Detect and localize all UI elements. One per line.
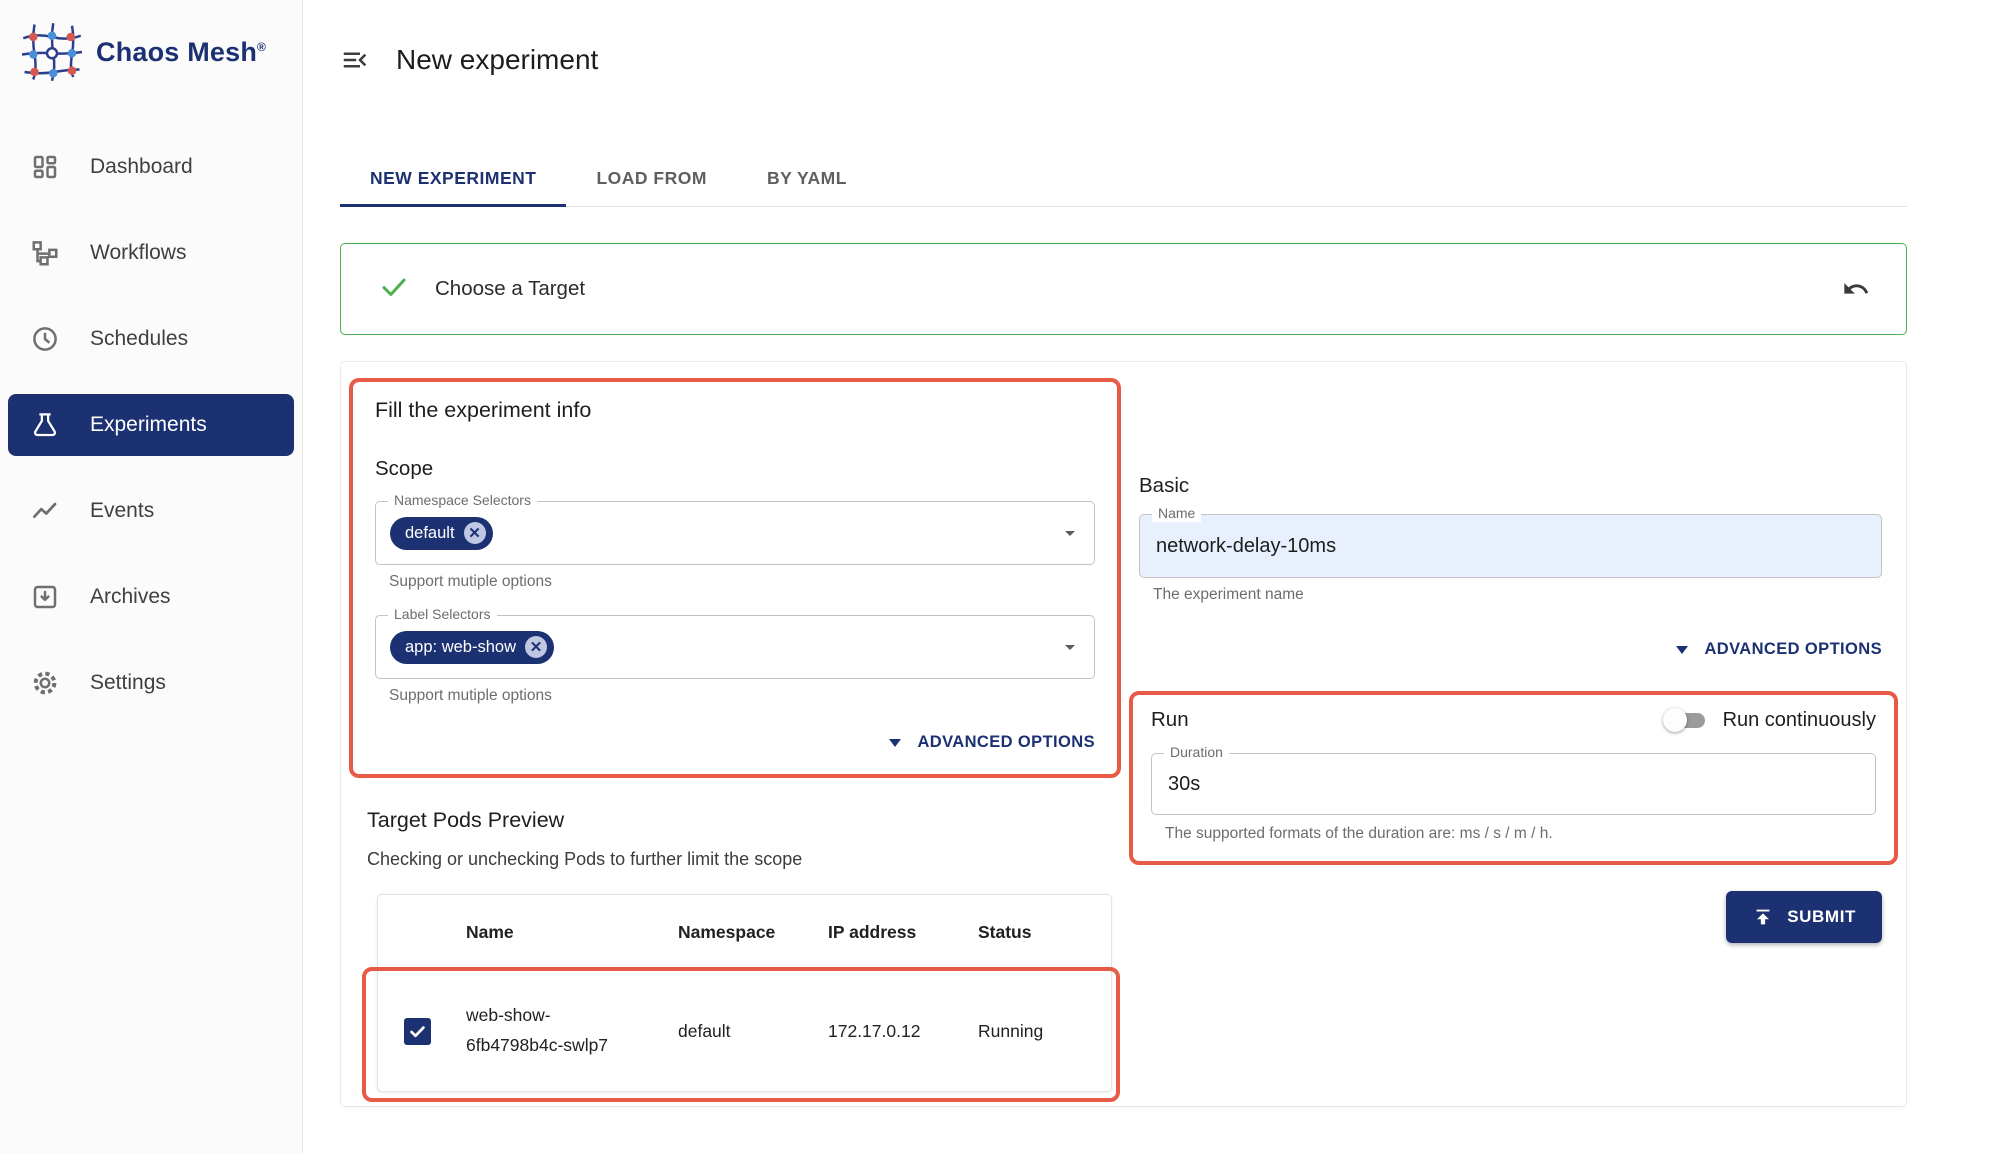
workflows-icon [30,238,60,268]
sidebar-item-workflows[interactable]: Workflows [8,222,294,284]
publish-icon [1752,906,1774,928]
sidebar-item-experiments[interactable]: Experiments [8,394,294,456]
choose-target-step[interactable]: Choose a Target [340,243,1907,335]
run-section-highlight: Run Run continuously Duration [1129,691,1898,865]
undo-icon[interactable] [1836,269,1876,309]
pods-table-header: Name Namespace IP address Status [378,895,1111,971]
sidebar-item-dashboard[interactable]: Dashboard [8,136,294,198]
basic-advanced-options[interactable]: ADVANCED OPTIONS [1129,640,1882,659]
column-header-namespace: Namespace [668,922,818,943]
label-selector-chip: app: web-show ✕ [390,631,554,664]
check-icon [379,272,409,307]
experiment-name-input[interactable] [1154,534,1837,559]
label-selectors-label: Label Selectors [388,606,497,623]
basic-title: Basic [1139,474,1898,498]
choose-target-label: Choose a Target [435,277,585,301]
sidebar-item-label: Dashboard [90,155,193,179]
experiment-name-helper: The experiment name [1153,586,1898,604]
triangle-down-icon [889,739,901,747]
label-selector-chip-label: app: web-show [405,638,516,657]
chip-delete-icon[interactable]: ✕ [525,636,547,658]
scope-advanced-options[interactable]: ADVANCED OPTIONS [375,733,1095,752]
scope-advanced-options-label: ADVANCED OPTIONS [917,733,1095,752]
pods-preview-subtitle: Checking or unchecking Pods to further l… [367,849,1121,870]
dropdown-arrow-icon[interactable] [1058,521,1082,545]
namespace-selectors-label: Namespace Selectors [388,492,537,509]
run-title: Run [1151,708,1189,732]
tab-load-from[interactable]: LOAD FROM [566,150,736,206]
dashboard-icon [30,152,60,182]
namespace-chip: default ✕ [390,517,493,550]
column-header-name: Name [456,922,668,943]
sidebar-item-label: Workflows [90,241,186,265]
pod-checkbox-checked[interactable] [404,1018,431,1045]
column-header-status: Status [968,922,1111,943]
pod-status: Running [968,1021,1111,1042]
column-header-ip: IP address [818,922,968,943]
brand-logo[interactable]: Chaos Mesh® [0,0,302,110]
label-selectors-helper: Support mutiple options [389,687,1095,705]
label-selectors-field[interactable]: Label Selectors app: web-show ✕ [375,615,1095,679]
sidebar-nav: Dashboard Workflows Sche [0,110,302,714]
experiment-name-label: Name [1152,505,1201,522]
duration-helper: The supported formats of the duration ar… [1165,825,1876,843]
sidebar-item-events[interactable]: Events [8,480,294,542]
submit-button[interactable]: SUBMIT [1726,891,1882,943]
run-continuously-toggle[interactable] [1663,707,1711,733]
toggle-thumb [1663,708,1687,732]
brand-name: Chaos Mesh® [96,37,266,68]
archives-icon [30,582,60,612]
chip-delete-icon[interactable]: ✕ [464,522,486,544]
submit-button-label: SUBMIT [1787,907,1856,927]
experiment-form-card: Fill the experiment info Scope Namespace… [340,361,1907,1107]
namespace-chip-label: default [405,524,455,543]
scope-title: Scope [375,457,1095,481]
page-header: New experiment [340,42,1999,78]
namespace-selectors-helper: Support mutiple options [389,573,1095,591]
sidebar-item-label: Schedules [90,327,188,351]
duration-input[interactable] [1166,772,1831,797]
experiment-name-field: Name [1139,514,1882,578]
experiments-icon [30,410,60,440]
duration-label: Duration [1164,744,1229,761]
sidebar-item-label: Settings [90,671,166,695]
sidebar-item-settings[interactable]: Settings [8,652,294,714]
sidebar-item-label: Archives [90,585,171,609]
duration-field: Duration [1151,753,1876,815]
dropdown-arrow-icon[interactable] [1058,635,1082,659]
experiment-info-section-highlight: Fill the experiment info Scope Namespace… [349,378,1121,778]
pod-namespace: default [668,1021,818,1042]
triangle-down-icon [1676,646,1688,654]
pods-preview-title: Target Pods Preview [367,808,1121,833]
run-continuously-label: Run continuously [1723,709,1876,732]
pod-name: web-show-6fb4798b4c-swlp7 [466,1001,628,1061]
namespace-selectors-field[interactable]: Namespace Selectors default ✕ [375,501,1095,565]
app-root: Chaos Mesh® Dashboard [0,0,1999,1154]
form-left-column: Fill the experiment info Scope Namespace… [349,378,1121,1092]
pod-ip: 172.17.0.12 [818,1021,968,1042]
form-right-column: Basic Name The experiment name ADVANCED … [1129,378,1898,1092]
experiment-info-title: Fill the experiment info [375,398,1095,423]
sidebar: Chaos Mesh® Dashboard [0,0,303,1154]
tab-by-yaml[interactable]: BY YAML [737,150,877,206]
events-icon [30,496,60,526]
page-title: New experiment [396,44,598,76]
sidebar-item-label: Events [90,499,154,523]
sidebar-item-archives[interactable]: Archives [8,566,294,628]
basic-advanced-options-label: ADVANCED OPTIONS [1704,640,1882,659]
sidebar-item-schedules[interactable]: Schedules [8,308,294,370]
main-content: New experiment Search NEW EXPERIMENT LOA… [303,0,1999,1154]
tab-bar: NEW EXPERIMENT LOAD FROM BY YAML [340,150,1907,207]
sidebar-item-label: Experiments [90,413,207,437]
pod-table-row[interactable]: web-show-6fb4798b4c-swlp7 default 172.17… [378,971,1111,1091]
schedules-icon [30,324,60,354]
tab-new-experiment[interactable]: NEW EXPERIMENT [340,150,566,206]
settings-icon [30,668,60,698]
menu-open-icon[interactable] [340,44,372,76]
chaos-mesh-logo-icon [20,22,84,82]
pods-table: Name Namespace IP address Status web-sho… [377,894,1112,1092]
registered-mark: ® [257,40,266,54]
